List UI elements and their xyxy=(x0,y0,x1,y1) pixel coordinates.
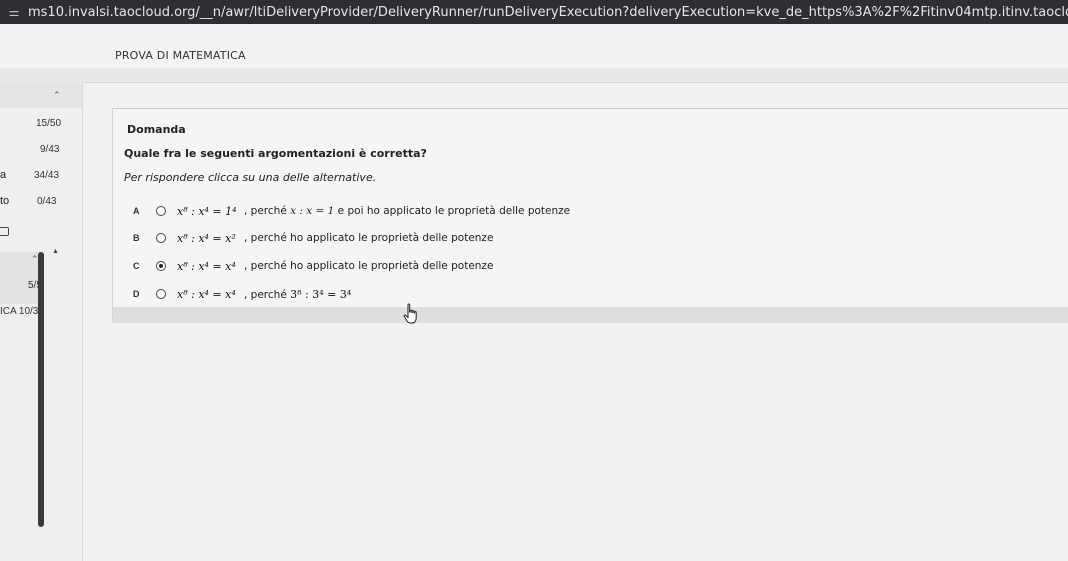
answer-option-c[interactable]: C x⁸ : x⁴ = x⁴ , perché ho applicato le … xyxy=(113,255,533,277)
option-inline-formula: x : x = 1 xyxy=(290,205,335,217)
toolbar-strip xyxy=(0,68,1068,83)
sidebar-item-count[interactable]: 9/43 xyxy=(40,144,59,155)
option-explanation: , perché x : x = 1 e poi ho applicato le… xyxy=(244,205,570,217)
sidebar-item-label-cut[interactable]: to xyxy=(0,195,9,207)
option-explanation: , perché ho applicato le proprietà delle… xyxy=(244,260,494,272)
option-explanation-text: e poi ho applicato le proprietà delle po… xyxy=(334,205,571,217)
option-letter: B xyxy=(133,233,140,243)
question-heading: Domanda xyxy=(127,123,186,136)
scroll-up-arrow-icon[interactable]: ▲ xyxy=(52,248,59,255)
question-text: Quale fra le seguenti argomentazioni è c… xyxy=(124,147,427,160)
option-formula: x⁸ : x⁴ = x⁴ xyxy=(177,287,236,301)
hand-pointer-cursor-icon xyxy=(403,303,417,324)
option-formula: x⁸ : x⁴ = x² xyxy=(177,231,236,245)
option-letter: A xyxy=(133,206,140,216)
radio-button[interactable] xyxy=(156,206,166,216)
page-header: PROVA DI MATEMATICA xyxy=(0,24,1068,69)
url-text: ms10.invalsi.taocloud.org/__n/awr/ltiDel… xyxy=(28,4,1068,20)
sidebar-item-count[interactable]: 15/50 xyxy=(36,118,61,129)
sidebar-item-label-cut[interactable]: a xyxy=(0,169,6,181)
navigation-sidebar: ⌃ 15/50 9/43 a 34/43 to 0/43 ⌃ ▲ 5/5 ICA… xyxy=(0,82,83,561)
sidebar-scrollbar[interactable] xyxy=(38,252,44,527)
answer-option-a[interactable]: A x⁸ : x⁴ = 1⁴ , perché x : x = 1 e poi … xyxy=(113,200,613,222)
question-instruction: Per rispondere clicca su una delle alter… xyxy=(124,171,377,184)
option-explanation: , perché ho applicato le proprietà delle… xyxy=(244,232,494,244)
option-formula: x⁸ : x⁴ = x⁴ xyxy=(177,259,236,273)
sidebar-header: ⌃ xyxy=(0,82,82,108)
address-bar[interactable]: ⚌ ms10.invalsi.taocloud.org/__n/awr/ltiD… xyxy=(0,0,1068,24)
answer-option-d[interactable]: D x⁸ : x⁴ = x⁴ , perché 3⁸ : 3⁴ = 3⁴ xyxy=(113,283,413,305)
radio-button-selected[interactable] xyxy=(156,261,166,271)
option-formula: x⁸ : x⁴ = 1⁴ xyxy=(177,204,237,218)
radio-button[interactable] xyxy=(156,289,166,299)
question-panel: Domanda Quale fra le seguenti argomentaz… xyxy=(112,108,1068,323)
page-title: PROVA DI MATEMATICA xyxy=(115,49,246,62)
option-explanation: , perché 3⁸ : 3⁴ = 3⁴ xyxy=(244,288,351,301)
option-letter: D xyxy=(133,289,140,299)
bookmark-icon[interactable] xyxy=(0,227,9,236)
option-inline-formula: 3⁸ : 3⁴ = 3⁴ xyxy=(290,287,352,301)
site-settings-icon[interactable]: ⚌ xyxy=(0,5,28,19)
option-letter: C xyxy=(133,261,140,271)
option-prefix: , perché xyxy=(244,205,291,217)
radio-button[interactable] xyxy=(156,233,166,243)
sidebar-item-count[interactable]: 34/43 xyxy=(34,170,59,181)
chevron-up-icon[interactable]: ⌃ xyxy=(53,90,61,101)
answer-option-b[interactable]: B x⁸ : x⁴ = x² , perché ho applicato le … xyxy=(113,227,533,249)
sidebar-item-count[interactable]: 0/43 xyxy=(37,196,56,207)
option-prefix: , perché xyxy=(244,288,291,301)
panel-footer-shade xyxy=(113,307,1068,323)
